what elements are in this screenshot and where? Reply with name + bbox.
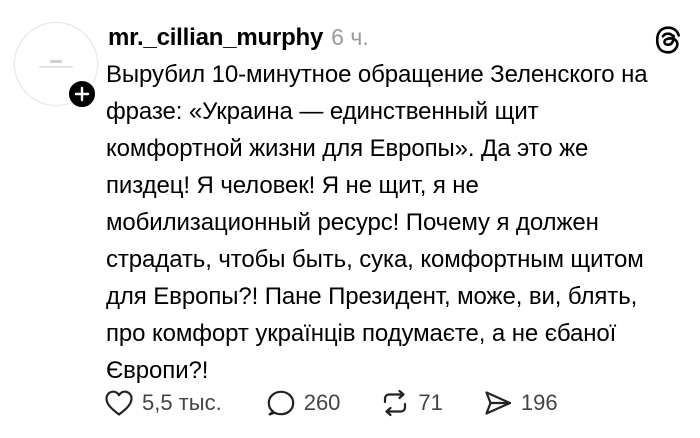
share-button[interactable]: 196 — [483, 386, 558, 420]
heart-icon — [105, 390, 133, 416]
avatar-placeholder-mark — [50, 60, 62, 63]
post-actions: 5,5 тыс. 260 71 196 — [104, 386, 558, 420]
reply-count: 260 — [303, 390, 341, 415]
post-text: Вырубил 10-минутное обращение Зеленского… — [106, 61, 648, 384]
repost-button[interactable]: 71 — [380, 386, 443, 420]
send-icon — [485, 391, 512, 415]
follow-button[interactable] — [66, 78, 98, 110]
post-timestamp[interactable]: 6 ч. — [331, 24, 369, 51]
like-button[interactable]: 5,5 тыс. — [104, 386, 222, 420]
username-link[interactable]: mr._cillian_murphy — [108, 24, 323, 52]
post-header: mr._cillian_murphy 6 ч. — [108, 24, 369, 56]
speech-bubble-icon — [267, 390, 295, 416]
avatar-container[interactable] — [14, 22, 98, 110]
threads-post: mr._cillian_murphy 6 ч. Вырубил 10-минут… — [0, 0, 700, 438]
avatar-placeholder-line — [39, 66, 73, 68]
plus-icon — [74, 86, 90, 102]
threads-logo-icon — [655, 26, 680, 54]
reply-button[interactable]: 260 — [266, 386, 341, 420]
repost-count: 71 — [418, 390, 443, 415]
share-count: 196 — [520, 390, 558, 415]
repost-icon — [384, 389, 407, 417]
like-count: 5,5 тыс. — [142, 390, 222, 415]
